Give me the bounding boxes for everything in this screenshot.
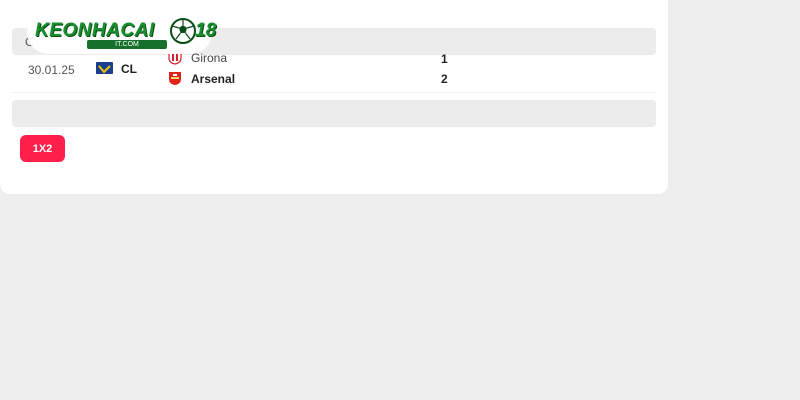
odds-header-bar	[12, 100, 656, 127]
match-date: 30.01.25	[28, 63, 75, 77]
away-score: 2	[441, 72, 448, 86]
home-score: 1	[441, 52, 448, 66]
match-row[interactable]: 30.01.25 CL Girona Arsenal 1 2	[12, 50, 656, 93]
site-logo[interactable]: KEONHACAI 18 IT.COM	[27, 11, 216, 54]
league-name: CL	[121, 62, 137, 76]
soccer-ball-icon	[169, 17, 197, 45]
logo-domain: IT.COM	[87, 40, 167, 49]
away-team-name: Arsenal	[191, 72, 236, 86]
league-flag-icon	[96, 62, 113, 74]
tab-1x2[interactable]: 1X2	[20, 135, 65, 162]
arsenal-crest-icon	[168, 71, 182, 86]
logo-number: 18	[195, 20, 217, 41]
logo-wordmark: KEONHACAI	[35, 20, 155, 41]
